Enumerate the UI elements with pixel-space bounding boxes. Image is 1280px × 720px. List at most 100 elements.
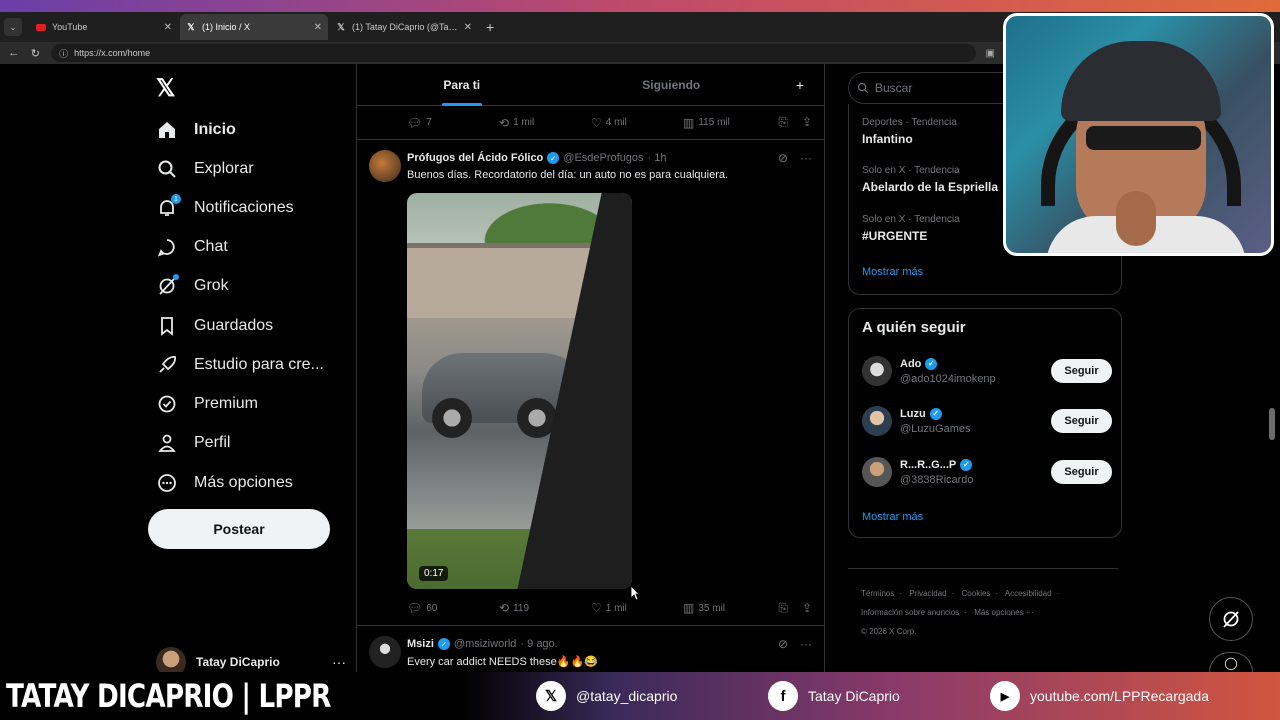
reply-count: 60 xyxy=(426,602,438,614)
author-handle[interactable]: @EsdeProfugos xyxy=(563,152,643,164)
nav-item-inicio[interactable]: Inicio xyxy=(156,116,236,144)
verified-badge-icon: ✓ xyxy=(929,407,942,420)
nav-label: Chat xyxy=(194,238,228,255)
new-tab-button[interactable]: + xyxy=(486,19,494,35)
nav-item-estudio[interactable]: Estudio para cre... xyxy=(156,351,324,379)
show-more-follow-link[interactable]: Mostrar más xyxy=(862,511,923,523)
trend-item[interactable]: Solo en X · Tendencia #URGENTE xyxy=(862,214,960,243)
avatar[interactable] xyxy=(862,457,892,487)
tweet-text: Every car addict NEEDS these🔥🔥😂 xyxy=(407,656,598,668)
browser-tab-x-profile[interactable]: 𝕏 (1) Tatay DiCaprio (@Tatay_DiCapr... ✕ xyxy=(330,14,478,40)
footer-link[interactable]: Más opciones ··· xyxy=(974,608,1034,617)
footer-link[interactable]: Información sobre anuncios xyxy=(861,608,959,617)
views-count: 115 mil xyxy=(698,117,730,128)
chat-floating-button[interactable]: ◯ xyxy=(1209,652,1253,672)
footer-link[interactable]: Términos xyxy=(861,589,894,598)
author-name[interactable]: Prófugos del Ácido Fólico xyxy=(407,152,543,164)
avatar[interactable] xyxy=(862,356,892,386)
avatar[interactable] xyxy=(862,406,892,436)
follow-suggestion[interactable]: Luzu ✓ @LuzuGames Seguir xyxy=(862,403,1112,439)
trend-topic: Infantino xyxy=(862,132,913,146)
nav-label: Perfil xyxy=(194,434,231,451)
author-handle[interactable]: @msiziworld xyxy=(454,638,517,650)
avatar[interactable] xyxy=(369,150,401,182)
grok-icon[interactable]: ⊘ xyxy=(778,151,788,165)
scrollbar-thumb[interactable] xyxy=(1269,408,1275,440)
share-icon[interactable]: ⇪ xyxy=(802,115,812,130)
author-name[interactable]: Msizi xyxy=(407,638,434,650)
more-horizontal-icon[interactable]: ··· xyxy=(800,151,812,165)
bookmark-icon[interactable]: ⎘ xyxy=(778,601,788,616)
follow-suggestion[interactable]: R...R..G...P ✓ @3838Ricardo Seguir xyxy=(862,454,1112,490)
tweet-time[interactable]: · 9 ago. xyxy=(520,638,557,650)
reply-icon: 💬︎ xyxy=(407,601,423,615)
add-tab-icon[interactable]: + xyxy=(776,77,824,93)
more-horizontal-icon[interactable]: ··· xyxy=(800,637,812,651)
follow-button[interactable]: Seguir xyxy=(1051,359,1112,383)
tab-list-button[interactable]: ⌄ xyxy=(4,18,22,36)
share-icon[interactable]: ⇪ xyxy=(802,601,812,616)
nav-item-premium[interactable]: Premium xyxy=(156,390,258,418)
post-button[interactable]: Postear xyxy=(148,509,330,549)
nav-item-explorar[interactable]: Explorar xyxy=(156,155,254,183)
tab-para-ti[interactable]: Para ti xyxy=(357,64,567,106)
like-button[interactable]: ♡ 4 mil xyxy=(591,116,683,130)
url-field[interactable]: ⓘ https://x.com/home xyxy=(51,44,976,62)
footer-link[interactable]: Privacidad xyxy=(909,589,946,598)
social-x: 𝕏 @tatay_dicaprio xyxy=(536,681,677,711)
follow-handle: @ado1024imokenp xyxy=(900,372,996,385)
tab-siguiendo[interactable]: Siguiendo xyxy=(567,64,777,106)
tweet[interactable]: Prófugos del Ácido Fólico ✓ @EsdeProfugo… xyxy=(357,140,824,626)
views-button[interactable]: ▥ 115 mil xyxy=(683,116,777,130)
tweet-time[interactable]: · 1h xyxy=(648,152,667,164)
browser-tab-youtube[interactable]: YouTube ✕ xyxy=(30,14,178,40)
close-icon[interactable]: ✕ xyxy=(314,22,322,33)
tab-label: (1) Inicio / X xyxy=(202,22,251,32)
repost-button[interactable]: ⟲ 1 mil xyxy=(499,116,591,130)
close-icon[interactable]: ✕ xyxy=(464,22,472,33)
nav-item-perfil[interactable]: Perfil xyxy=(156,429,230,457)
views-button[interactable]: ▥ 35 mil xyxy=(683,601,777,615)
follow-suggestion[interactable]: Ado ✓ @ado1024imokenp Seguir xyxy=(862,353,1112,389)
tweet-video[interactable]: 0:17 xyxy=(407,193,632,589)
x-logo-icon[interactable]: 𝕏 xyxy=(156,74,175,103)
bookmark-icon[interactable]: ⎘ xyxy=(778,115,788,130)
trend-topic: #URGENTE xyxy=(862,229,928,243)
more-horizontal-icon[interactable]: ··· xyxy=(332,654,346,670)
follow-name: R...R..G...P xyxy=(900,458,957,471)
back-icon[interactable]: ← xyxy=(8,47,20,59)
webcam-overlay xyxy=(1003,13,1274,256)
nav-item-grok[interactable]: Grok xyxy=(156,272,229,300)
nav-item-guardados[interactable]: Guardados xyxy=(156,312,273,340)
close-icon[interactable]: ✕ xyxy=(164,22,172,33)
repost-button[interactable]: ⟲ 119 xyxy=(499,601,591,615)
nav-item-notificaciones[interactable]: 1 Notificaciones xyxy=(156,194,294,222)
window-top-strip xyxy=(0,0,1280,12)
grok-icon[interactable]: ⊘ xyxy=(778,637,788,651)
verified-icon xyxy=(156,393,178,415)
trend-item[interactable]: Solo en X · Tendencia Abelardo de la Esp… xyxy=(862,165,998,194)
follow-button[interactable]: Seguir xyxy=(1051,409,1112,433)
trend-item[interactable]: Deportes · Tendencia Infantino xyxy=(862,117,957,146)
webcam-glasses xyxy=(1086,126,1201,150)
account-switcher[interactable]: Tatay DiCaprio ··· xyxy=(156,647,346,677)
repost-icon: ⟲ xyxy=(499,115,510,130)
footer-link[interactable]: Cookies xyxy=(962,589,991,598)
footer-link[interactable]: Accesibilidad xyxy=(1005,589,1052,598)
follow-button[interactable]: Seguir xyxy=(1051,460,1112,484)
grok-floating-button[interactable] xyxy=(1209,597,1253,641)
reply-button[interactable]: 💬︎ 7 xyxy=(407,116,499,130)
nav-item-chat[interactable]: Chat xyxy=(156,233,228,261)
reader-mode-icon[interactable]: ▣ xyxy=(986,48,995,59)
show-more-trends-link[interactable]: Mostrar más xyxy=(862,266,923,278)
reload-icon[interactable]: ↻ xyxy=(30,47,42,60)
like-button[interactable]: ♡ 1 mil xyxy=(591,601,683,615)
heart-icon: ♡ xyxy=(591,115,602,130)
reply-button[interactable]: 💬︎ 60 xyxy=(407,601,499,615)
notification-badge: 1 xyxy=(171,194,181,204)
grok-indicator xyxy=(173,274,179,280)
browser-tab-x-home[interactable]: 𝕏 (1) Inicio / X ✕ xyxy=(180,14,328,40)
avatar[interactable] xyxy=(369,636,401,668)
site-info-icon[interactable]: ⓘ xyxy=(59,47,68,60)
nav-item-mas-opciones[interactable]: Más opciones xyxy=(156,469,293,497)
